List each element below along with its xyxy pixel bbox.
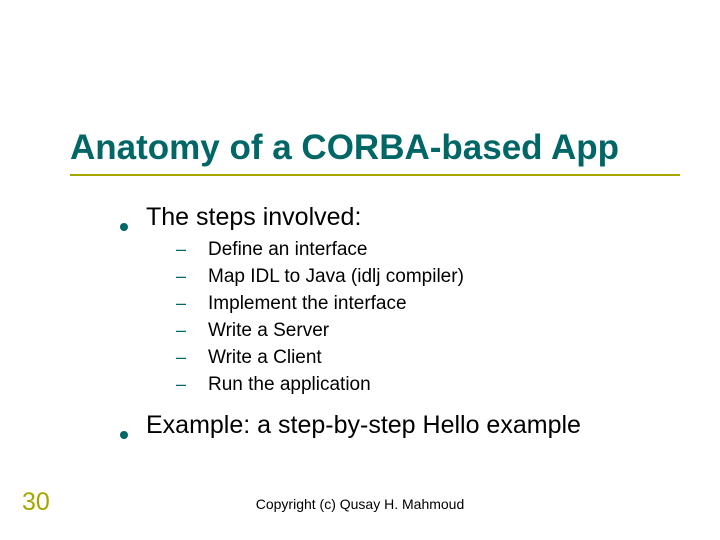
slide: Anatomy of a CORBA-based App The steps i… (0, 0, 720, 540)
bullet-icon (120, 431, 128, 439)
dash-icon: – (176, 292, 186, 314)
main-list: The steps involved: – Define an interfac… (120, 203, 581, 444)
bullet-icon (120, 223, 128, 231)
sub-item: – Map IDL to Java (idlj compiler) (176, 265, 581, 289)
title-wrap: Anatomy of a CORBA-based App (70, 128, 619, 168)
sub-text: Run the application (208, 373, 371, 397)
dash-icon: – (176, 346, 186, 368)
dash-icon: – (176, 265, 186, 287)
sub-text: Map IDL to Java (idlj compiler) (208, 265, 464, 289)
slide-title: Anatomy of a CORBA-based App (70, 128, 619, 168)
sub-text: Write a Client (208, 346, 322, 370)
sub-list: – Define an interface – Map IDL to Java … (176, 238, 581, 397)
sub-text: Implement the interface (208, 292, 407, 316)
bullet-text: The steps involved: (146, 203, 361, 232)
sub-item: – Write a Client (176, 346, 581, 370)
dash-icon: – (176, 373, 186, 395)
bullet-text: Example: a step-by-step Hello example (146, 411, 581, 440)
bullet-item: The steps involved: (120, 203, 581, 232)
sub-text: Write a Server (208, 319, 329, 343)
dash-icon: – (176, 238, 186, 260)
copyright-text: Copyright (c) Qusay H. Mahmoud (0, 496, 720, 512)
sub-text: Define an interface (208, 238, 368, 262)
dash-icon: – (176, 319, 186, 341)
sub-item: – Implement the interface (176, 292, 581, 316)
bullet-item: Example: a step-by-step Hello example (120, 411, 581, 440)
sub-item: – Write a Server (176, 319, 581, 343)
sub-item: – Define an interface (176, 238, 581, 262)
sub-item: – Run the application (176, 373, 581, 397)
title-underline (70, 174, 680, 176)
